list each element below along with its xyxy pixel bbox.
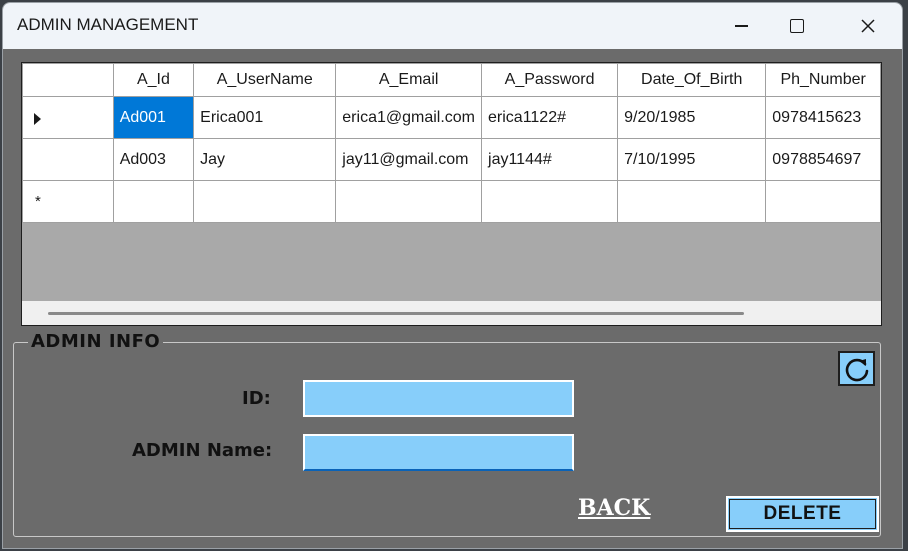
close-icon xyxy=(861,19,875,33)
minimize-button[interactable] xyxy=(718,3,764,49)
row-header[interactable]: * xyxy=(22,180,114,223)
cell-ph-number[interactable]: 0978415623 xyxy=(765,96,881,139)
column-header-ph-number[interactable]: Ph_Number xyxy=(765,63,881,97)
column-header-a-id[interactable]: A_Id xyxy=(112,63,195,97)
cell-date-of-birth[interactable]: 9/20/1985 xyxy=(617,96,767,139)
column-header-date-of-birth[interactable]: Date_Of_Birth xyxy=(617,63,767,97)
admin-data-grid[interactable]: A_Id A_UserName A_Email A_Password Date_… xyxy=(21,62,882,326)
cell-a-id[interactable]: Ad003 xyxy=(112,138,195,181)
column-header-a-username[interactable]: A_UserName xyxy=(193,63,337,97)
new-cell[interactable] xyxy=(481,180,619,223)
maximize-button[interactable] xyxy=(774,3,820,49)
new-cell[interactable] xyxy=(765,180,881,223)
cell-a-id[interactable]: Ad001 xyxy=(112,96,195,139)
delete-button[interactable]: DELETE xyxy=(726,496,879,532)
admin-name-label: ADMIN Name: xyxy=(132,440,273,461)
group-title: ADMIN INFO xyxy=(28,331,164,352)
new-cell[interactable] xyxy=(335,180,483,223)
back-link[interactable]: BACK xyxy=(578,495,650,521)
new-cell[interactable] xyxy=(193,180,337,223)
admin-table: A_Id A_UserName A_Email A_Password Date_… xyxy=(22,63,881,223)
new-cell[interactable] xyxy=(617,180,767,223)
refresh-button[interactable] xyxy=(838,351,875,386)
cell-a-email[interactable]: erica1@gmail.com xyxy=(335,96,483,139)
column-header-a-password[interactable]: A_Password xyxy=(481,63,619,97)
column-header-a-email[interactable]: A_Email xyxy=(335,63,483,97)
cell-date-of-birth[interactable]: 7/10/1995 xyxy=(617,138,767,181)
minimize-icon xyxy=(734,25,748,27)
cell-a-password[interactable]: jay1144# xyxy=(481,138,619,181)
admin-info-group: ADMIN INFO ID: ADMIN Name: BACK DELETE xyxy=(13,331,881,537)
new-cell[interactable] xyxy=(112,180,195,223)
row-header[interactable] xyxy=(22,138,114,181)
row-header[interactable] xyxy=(22,96,114,139)
id-label: ID: xyxy=(242,388,271,409)
cell-a-password[interactable]: erica1122# xyxy=(481,96,619,139)
maximize-icon xyxy=(790,19,804,33)
refresh-icon xyxy=(845,358,868,381)
close-button[interactable] xyxy=(845,3,891,49)
new-row[interactable]: * xyxy=(22,180,881,223)
cell-ph-number[interactable]: 0978854697 xyxy=(765,138,881,181)
horizontal-scrollbar[interactable] xyxy=(22,301,881,325)
admin-management-window: ADMIN MANAGEMENT A_Id A_UserName A_Email… xyxy=(2,2,903,549)
new-row-marker: * xyxy=(35,193,41,210)
title-bar: ADMIN MANAGEMENT xyxy=(3,3,902,49)
window-title: ADMIN MANAGEMENT xyxy=(17,15,199,34)
scrollbar-thumb[interactable] xyxy=(48,312,744,315)
cell-a-username[interactable]: Jay xyxy=(193,138,337,181)
current-row-arrow-icon xyxy=(34,113,41,125)
id-input[interactable] xyxy=(303,380,574,417)
table-row[interactable]: Ad001 Erica001 erica1@gmail.com erica112… xyxy=(22,96,881,139)
row-header-corner[interactable] xyxy=(22,63,114,97)
table-row[interactable]: Ad003 Jay jay11@gmail.com jay1144# 7/10/… xyxy=(22,138,881,181)
header-row: A_Id A_UserName A_Email A_Password Date_… xyxy=(22,63,881,97)
cell-a-email[interactable]: jay11@gmail.com xyxy=(335,138,483,181)
admin-name-input[interactable] xyxy=(303,434,574,471)
cell-a-username[interactable]: Erica001 xyxy=(193,96,337,139)
